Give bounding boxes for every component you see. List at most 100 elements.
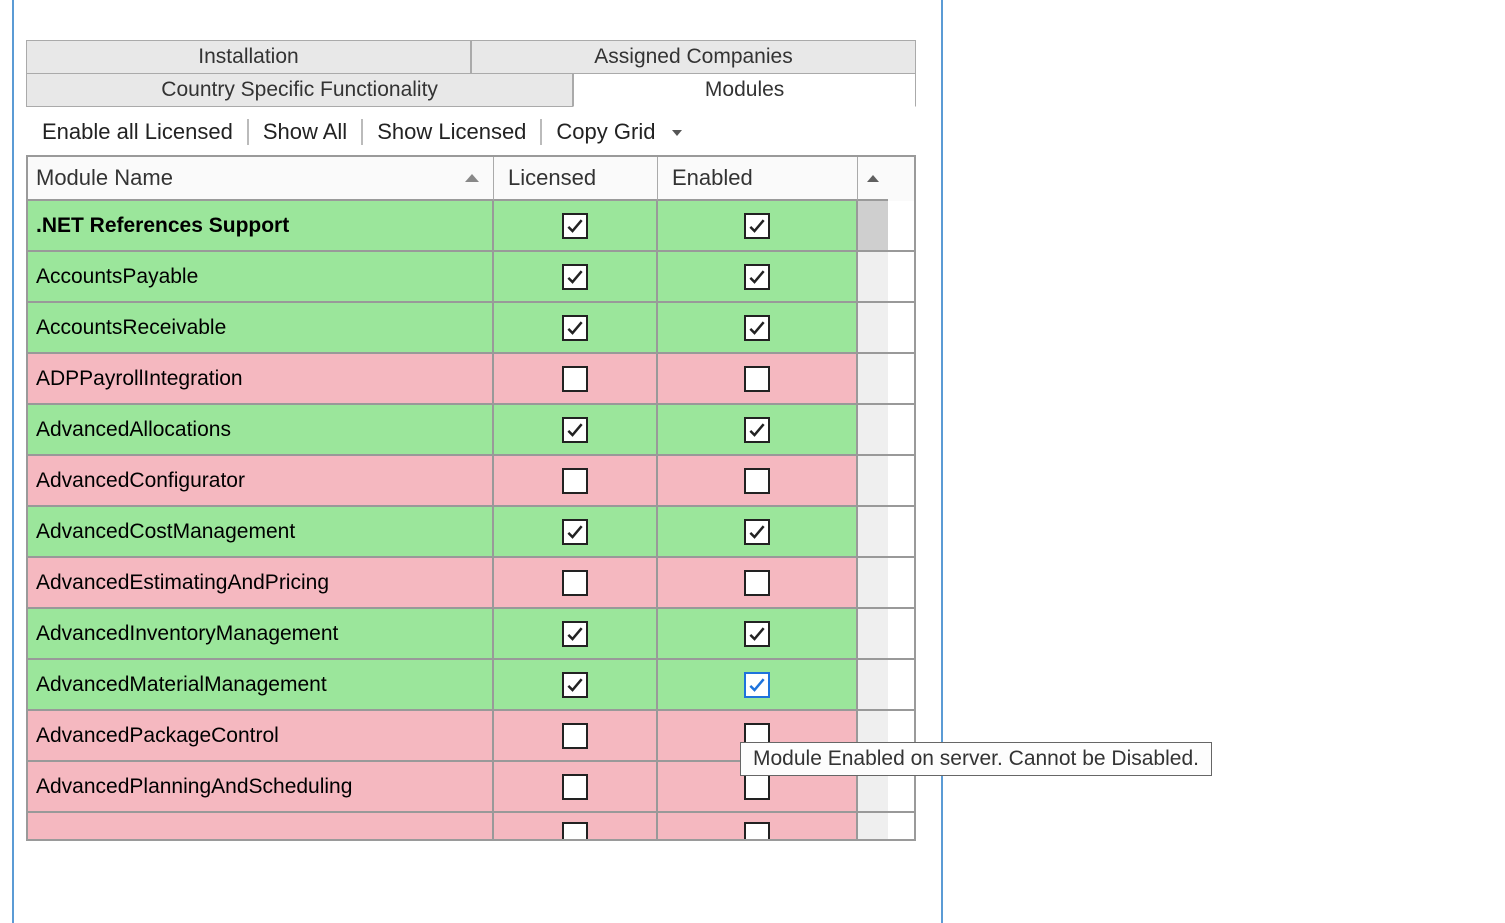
enabled-cell (658, 201, 858, 250)
licensed-cell (494, 711, 658, 760)
module-name-cell (28, 813, 494, 839)
licensed-checkbox[interactable] (562, 672, 588, 698)
licensed-cell (494, 303, 658, 352)
enabled-cell (658, 507, 858, 556)
enabled-checkbox[interactable] (744, 366, 770, 392)
tooltip: Module Enabled on server. Cannot be Disa… (740, 742, 1212, 776)
scroll-up-button[interactable] (858, 157, 888, 201)
copy-grid-label: Copy Grid (556, 119, 655, 144)
table-row[interactable]: AdvancedEstimatingAndPricing (28, 558, 914, 609)
enabled-cell (658, 354, 858, 403)
enabled-checkbox[interactable] (744, 570, 770, 596)
module-name-cell: AdvancedInventoryManagement (28, 609, 494, 658)
scrollbar-track[interactable] (858, 609, 888, 658)
module-name-cell: .NET References Support (28, 201, 494, 250)
scrollbar-track[interactable] (858, 813, 888, 839)
tab-country-specific[interactable]: Country Specific Functionality (26, 73, 573, 107)
licensed-checkbox[interactable] (562, 417, 588, 443)
table-row[interactable]: .NET References Support (28, 201, 914, 252)
enabled-cell (658, 303, 858, 352)
module-name-cell: AdvancedCostManagement (28, 507, 494, 556)
licensed-checkbox[interactable] (562, 315, 588, 341)
table-row[interactable]: AdvancedInventoryManagement (28, 609, 914, 660)
copy-grid-button[interactable]: Copy Grid (542, 117, 695, 147)
enabled-checkbox[interactable] (744, 621, 770, 647)
tab-modules[interactable]: Modules (573, 73, 916, 107)
scrollbar-track[interactable] (858, 660, 888, 709)
licensed-checkbox[interactable] (562, 774, 588, 800)
enabled-checkbox[interactable] (744, 264, 770, 290)
table-row[interactable]: ADPPayrollIntegration (28, 354, 914, 405)
table-row[interactable]: AdvancedAllocations (28, 405, 914, 456)
enabled-checkbox[interactable] (744, 417, 770, 443)
show-licensed-button[interactable]: Show Licensed (363, 117, 540, 147)
enabled-cell (658, 660, 858, 709)
enabled-cell (658, 405, 858, 454)
scrollbar-track[interactable] (858, 405, 888, 454)
scrollbar-thumb[interactable] (858, 201, 888, 250)
module-name-cell: ADPPayrollIntegration (28, 354, 494, 403)
tab-installation[interactable]: Installation (26, 40, 471, 74)
table-row[interactable] (28, 813, 914, 839)
licensed-checkbox[interactable] (562, 822, 588, 839)
column-header-enabled[interactable]: Enabled (658, 157, 858, 201)
scrollbar-track[interactable] (858, 558, 888, 607)
licensed-checkbox[interactable] (562, 468, 588, 494)
scrollbar-track[interactable] (858, 201, 888, 250)
licensed-checkbox[interactable] (562, 366, 588, 392)
licensed-cell (494, 507, 658, 556)
scrollbar-track[interactable] (858, 354, 888, 403)
table-row[interactable]: AccountsReceivable (28, 303, 914, 354)
table-row[interactable]: AdvancedCostManagement (28, 507, 914, 558)
tab-control: Installation Assigned Companies Country … (22, 40, 920, 107)
enabled-checkbox[interactable] (744, 774, 770, 800)
sort-ascending-icon (465, 174, 479, 182)
scrollbar-track[interactable] (858, 252, 888, 301)
module-name-cell: AccountsReceivable (28, 303, 494, 352)
show-all-button[interactable]: Show All (249, 117, 361, 147)
licensed-checkbox[interactable] (562, 723, 588, 749)
licensed-checkbox[interactable] (562, 264, 588, 290)
licensed-checkbox[interactable] (562, 570, 588, 596)
table-row[interactable]: AdvancedMaterialManagement (28, 660, 914, 711)
licensed-cell (494, 354, 658, 403)
licensed-checkbox[interactable] (562, 519, 588, 545)
module-name-cell: AdvancedPackageControl (28, 711, 494, 760)
enabled-cell (658, 456, 858, 505)
licensed-cell (494, 456, 658, 505)
enabled-checkbox[interactable] (744, 519, 770, 545)
enabled-checkbox[interactable] (744, 468, 770, 494)
toolbar: Enable all Licensed Show All Show Licens… (22, 107, 920, 155)
module-name-cell: AdvancedPlanningAndScheduling (28, 762, 494, 811)
scrollbar-track[interactable] (858, 303, 888, 352)
scrollbar-track[interactable] (858, 456, 888, 505)
enabled-cell (658, 813, 858, 839)
enabled-checkbox[interactable] (744, 315, 770, 341)
enabled-checkbox[interactable] (744, 672, 770, 698)
licensed-checkbox[interactable] (562, 621, 588, 647)
licensed-cell (494, 252, 658, 301)
grid-header: Module Name Licensed Enabled (28, 157, 914, 201)
module-name-cell: AdvancedMaterialManagement (28, 660, 494, 709)
licensed-cell (494, 201, 658, 250)
enable-all-licensed-button[interactable]: Enable all Licensed (28, 117, 247, 147)
column-header-module-name[interactable]: Module Name (28, 157, 494, 201)
licensed-cell (494, 660, 658, 709)
table-row[interactable]: AdvancedConfigurator (28, 456, 914, 507)
licensed-checkbox[interactable] (562, 213, 588, 239)
table-row[interactable]: AccountsPayable (28, 252, 914, 303)
enabled-cell (658, 609, 858, 658)
column-header-licensed[interactable]: Licensed (494, 157, 658, 201)
module-name-cell: AdvancedAllocations (28, 405, 494, 454)
licensed-cell (494, 609, 658, 658)
module-name-cell: AdvancedEstimatingAndPricing (28, 558, 494, 607)
tab-assigned-companies[interactable]: Assigned Companies (471, 40, 916, 74)
licensed-cell (494, 405, 658, 454)
column-header-label: Module Name (36, 165, 173, 191)
scrollbar-track[interactable] (858, 507, 888, 556)
chevron-down-icon (672, 130, 682, 136)
enabled-checkbox[interactable] (744, 822, 770, 839)
module-name-cell: AdvancedConfigurator (28, 456, 494, 505)
module-name-cell: AccountsPayable (28, 252, 494, 301)
enabled-checkbox[interactable] (744, 213, 770, 239)
